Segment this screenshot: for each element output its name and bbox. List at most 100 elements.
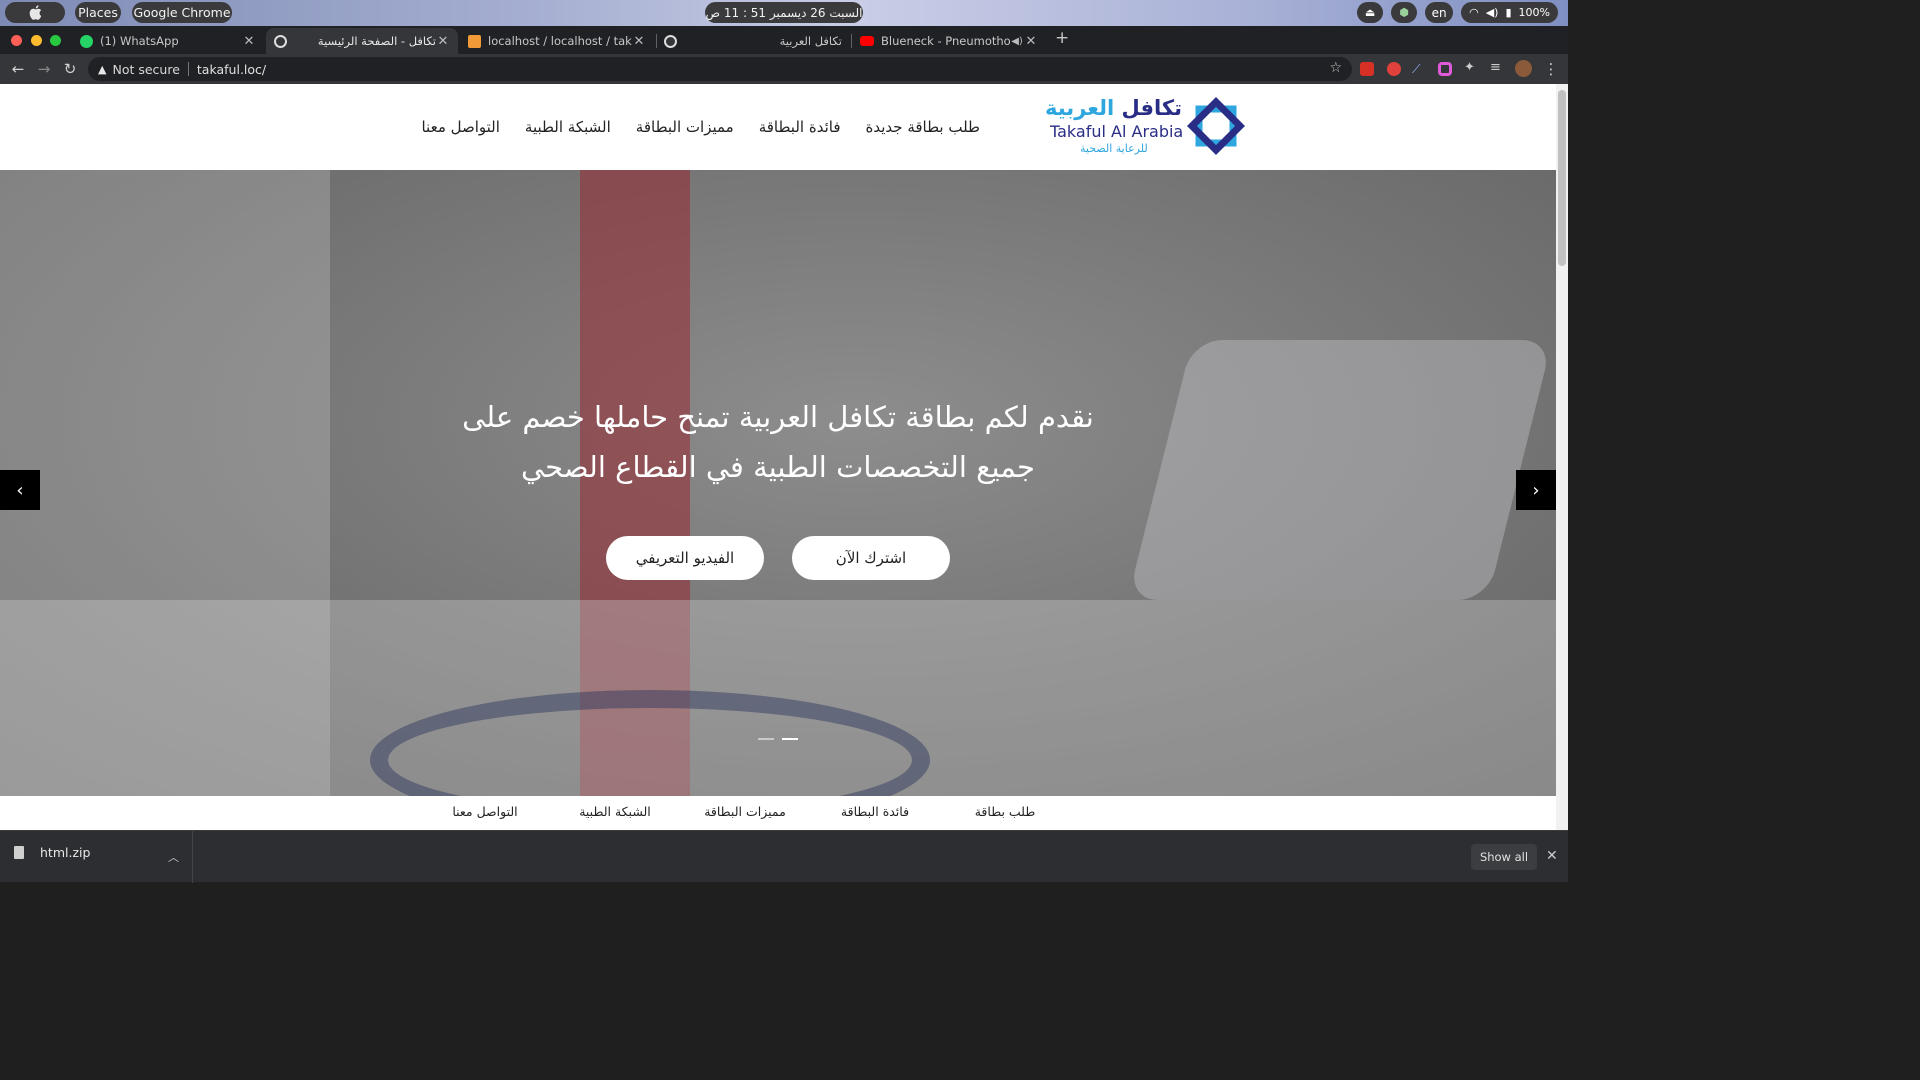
tab-title: Blueneck - Pneumothorax [881, 34, 1010, 48]
secondary-nav: طلب بطاقة فائدة البطاقة مميزات البطاقة ا… [0, 796, 1556, 830]
slider-prev-button[interactable]: ‹ [0, 470, 40, 510]
avatar[interactable] [1515, 60, 1532, 77]
slider-dot-active[interactable] [782, 738, 798, 740]
nav-item-card-features[interactable]: مميزات البطاقة [636, 118, 734, 136]
kebab-menu-icon[interactable]: ⋮ [1541, 59, 1561, 79]
chevron-left-icon: ‹ [16, 479, 24, 501]
nav-item-card-benefit[interactable]: فائدة البطاقة [759, 118, 841, 136]
hero-headline: نقدم لكم بطاقة تكافل العربية تمنح حاملها… [300, 392, 1256, 492]
download-item[interactable]: html.zip [14, 845, 90, 860]
close-tab-icon[interactable]: ✕ [436, 34, 450, 49]
not-secure-label[interactable]: Not secure [112, 62, 179, 77]
pen-extension-icon[interactable]: ⟋ [1412, 62, 1426, 76]
media-queue-icon[interactable]: ≡ [1490, 60, 1504, 75]
shield-icon[interactable]: ⬢ [1391, 2, 1418, 23]
minimize-window-button[interactable] [31, 35, 42, 46]
tab-youtube[interactable]: Blueneck - Pneumothorax ◀) ✕ [852, 28, 1046, 54]
back-arrow-icon[interactable]: ← [8, 59, 28, 79]
browser-toolbar: ← → ↻ ▲ Not secure takaful.loc/ ☆ ⟋ ✦ ≡ … [0, 54, 1568, 84]
wifi-icon: ◠ [1469, 6, 1479, 19]
subnav-item-contact[interactable]: التواصل معنا [420, 804, 550, 819]
extension-badge-icon[interactable] [1387, 62, 1401, 76]
chevron-up-icon[interactable]: ︿ [168, 849, 179, 865]
battery-percent: 100% [1518, 6, 1550, 19]
logo-arabic-light: العربية [1045, 96, 1115, 120]
url-text[interactable]: takaful.loc/ [197, 62, 266, 77]
logo-subtitle: للرعاية الصحية [1080, 142, 1148, 155]
tab-whatsapp[interactable]: (1) WhatsApp ✕ [72, 28, 264, 54]
tab-title: تكافل - الصفحة الرئيسية [317, 34, 436, 48]
tab-takaful-arabia[interactable]: تكافل العربية [656, 28, 850, 54]
volume-icon: ◀) [1485, 6, 1499, 19]
bookmark-star-icon[interactable]: ☆ [1329, 60, 1342, 76]
show-all-button[interactable]: Show all [1471, 844, 1537, 870]
clock[interactable]: السبت 26 ديسمبر 51 : 11 ص [705, 2, 863, 23]
eject-icon[interactable]: ⏏ [1357, 2, 1384, 23]
new-tab-button[interactable]: + [1055, 28, 1071, 48]
web-page: طلب بطاقة جديدة فائدة البطاقة مميزات الب… [0, 84, 1556, 830]
tab-title: localhost / localhost / takaful [488, 34, 632, 48]
page-scrollbar[interactable] [1556, 84, 1568, 830]
warning-icon[interactable]: ▲ [98, 63, 106, 76]
adblock-extension-icon[interactable] [1360, 62, 1374, 76]
close-tab-icon[interactable]: ✕ [1024, 34, 1038, 49]
main-nav: طلب بطاقة جديدة فائدة البطاقة مميزات الب… [421, 118, 980, 136]
divider [192, 831, 193, 883]
logo-english: Takaful Al Arabia [1050, 122, 1184, 141]
language-indicator[interactable]: en [1425, 2, 1454, 23]
tab-strip: (1) WhatsApp ✕ تكافل - الصفحة الرئيسية ✕… [0, 26, 1568, 54]
whatsapp-icon [80, 34, 93, 48]
hero-slider: نقدم لكم بطاقة تكافل العربية تمنح حاملها… [0, 170, 1556, 796]
os-top-bar: Places Google Chrome السبت 26 ديسمبر 51 … [0, 0, 1568, 26]
apple-menu-button[interactable] [5, 2, 65, 23]
app-menu[interactable]: Google Chrome [132, 2, 232, 23]
nav-item-new-card[interactable]: طلب بطاقة جديدة [866, 118, 981, 136]
battery-icon: ▮ [1505, 6, 1512, 19]
places-menu[interactable]: Places [75, 2, 121, 23]
close-tab-icon[interactable]: ✕ [632, 34, 646, 49]
nav-item-medical-network[interactable]: الشبكة الطبية [525, 118, 611, 136]
close-icon[interactable]: ✕ [1546, 848, 1558, 864]
globe-icon [274, 34, 287, 48]
logo-arabic: تكافل العربية [1045, 96, 1182, 120]
file-icon [14, 846, 24, 859]
phpmyadmin-icon [468, 34, 481, 48]
apple-icon [29, 5, 41, 20]
hero-headline-line: نقدم لكم بطاقة تكافل العربية تمنح حاملها… [462, 400, 1094, 434]
maximize-window-button[interactable] [50, 35, 61, 46]
hero-headline-line: جميع التخصصات الطبية في القطاع الصحي [521, 450, 1035, 484]
divider [187, 62, 189, 76]
download-filename: html.zip [40, 845, 91, 860]
logo-mark-icon [1187, 97, 1245, 155]
subnav-item-card-request[interactable]: طلب بطاقة [940, 804, 1070, 819]
tab-takaful-home[interactable]: تكافل - الصفحة الرئيسية ✕ [266, 28, 458, 54]
tab-title: (1) WhatsApp [100, 34, 179, 48]
color-picker-extension-icon[interactable] [1438, 62, 1452, 76]
globe-icon [664, 34, 677, 48]
subnav-item-card-benefit[interactable]: فائدة البطاقة [810, 804, 940, 819]
tab-title: تكافل العربية [779, 34, 842, 48]
downloads-bar: html.zip ︿ Show all ✕ [0, 830, 1568, 883]
tab-phpmyadmin[interactable]: localhost / localhost / takaful ✕ [460, 28, 654, 54]
forward-arrow-icon[interactable]: → [34, 59, 54, 79]
site-header: طلب بطاقة جديدة فائدة البطاقة مميزات الب… [0, 84, 1556, 170]
close-window-button[interactable] [11, 35, 22, 46]
close-tab-icon[interactable]: ✕ [242, 34, 256, 49]
reload-icon[interactable]: ↻ [60, 59, 80, 79]
address-bar[interactable]: ▲ Not secure takaful.loc/ ☆ [88, 57, 1352, 81]
site-logo[interactable]: تكافل العربية Takaful Al Arabia للرعاية … [1045, 96, 1246, 160]
audio-icon[interactable]: ◀) [1010, 36, 1024, 47]
subnav-item-card-features[interactable]: مميزات البطاقة [680, 804, 810, 819]
puzzle-extensions-icon[interactable]: ✦ [1464, 60, 1478, 75]
youtube-icon [860, 36, 874, 46]
intro-video-button[interactable]: الفيديو التعريفي [606, 536, 764, 580]
chevron-right-icon: › [1532, 479, 1540, 501]
subnav-item-medical-network[interactable]: الشبكة الطبية [550, 804, 680, 819]
nav-item-contact[interactable]: التواصل معنا [421, 118, 499, 136]
slider-indicators [758, 738, 798, 740]
subscribe-now-button[interactable]: اشترك الآن [792, 536, 950, 580]
scrollbar-thumb[interactable] [1558, 90, 1566, 266]
system-status[interactable]: ◠ ◀) ▮ 100% [1461, 2, 1558, 23]
slider-next-button[interactable]: › [1516, 470, 1556, 510]
slider-dot[interactable] [758, 738, 774, 740]
